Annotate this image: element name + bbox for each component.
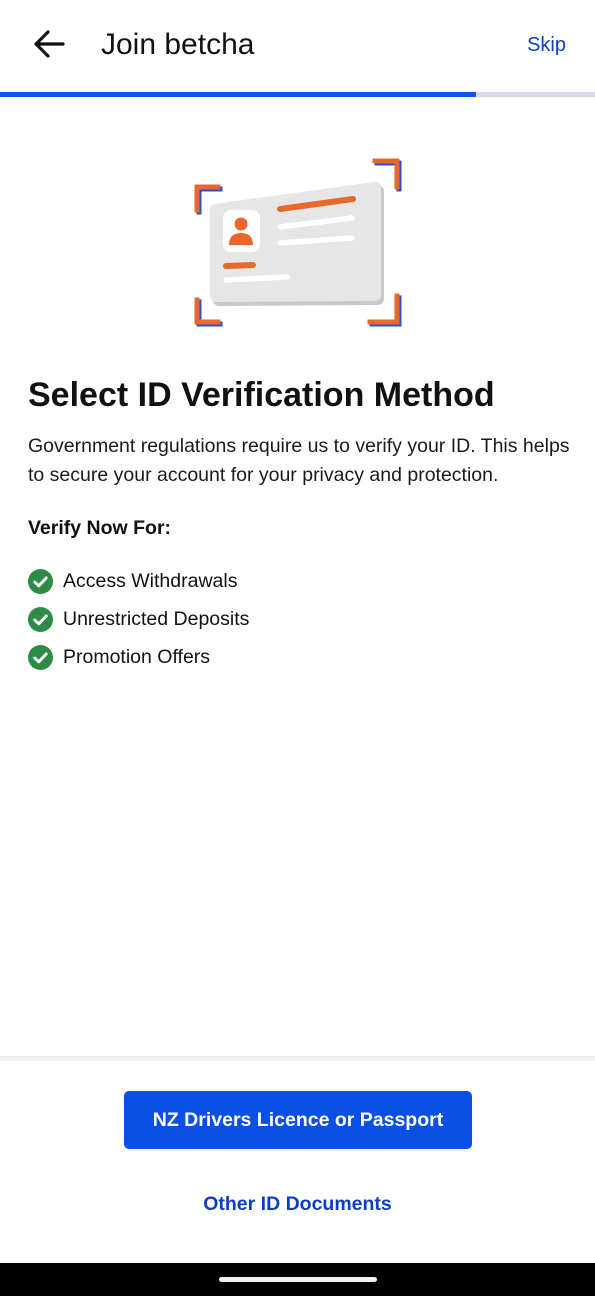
id-card-scan-icon [190, 154, 406, 332]
section-heading: Select ID Verification Method [28, 376, 495, 414]
arrow-left-icon [34, 30, 65, 58]
page-title: Join betcha [101, 28, 255, 61]
progress-bar [0, 92, 595, 97]
nz-licence-passport-button[interactable]: NZ Drivers Licence or Passport [124, 1091, 472, 1149]
system-nav-bar [0, 1263, 595, 1296]
list-item: Promotion Offers [28, 638, 249, 676]
list-item: Unrestricted Deposits [28, 600, 249, 638]
screen: Join betcha Skip Select ID Verification … [0, 0, 595, 1296]
check-circle-icon [28, 568, 53, 594]
description-text: Government regulations require us to ver… [28, 435, 570, 486]
benefit-label: Promotion Offers [63, 646, 211, 668]
benefit-label: Unrestricted Deposits [63, 608, 250, 630]
home-indicator[interactable] [219, 1277, 377, 1282]
check-circle-icon [28, 644, 53, 670]
benefit-label: Access Withdrawals [63, 570, 238, 592]
benefits-list: Access Withdrawals Unrestricted Deposits… [28, 562, 249, 676]
progress-fill [0, 92, 476, 97]
list-item: Access Withdrawals [28, 562, 249, 600]
app-header: Join betcha Skip [0, 0, 595, 92]
back-button[interactable] [22, 22, 76, 66]
check-circle-icon [28, 606, 53, 632]
skip-button[interactable]: Skip [527, 32, 566, 58]
verify-label: Verify Now For: [28, 517, 172, 539]
other-id-documents-link[interactable]: Other ID Documents [0, 1191, 595, 1217]
bottom-divider [0, 1056, 595, 1061]
